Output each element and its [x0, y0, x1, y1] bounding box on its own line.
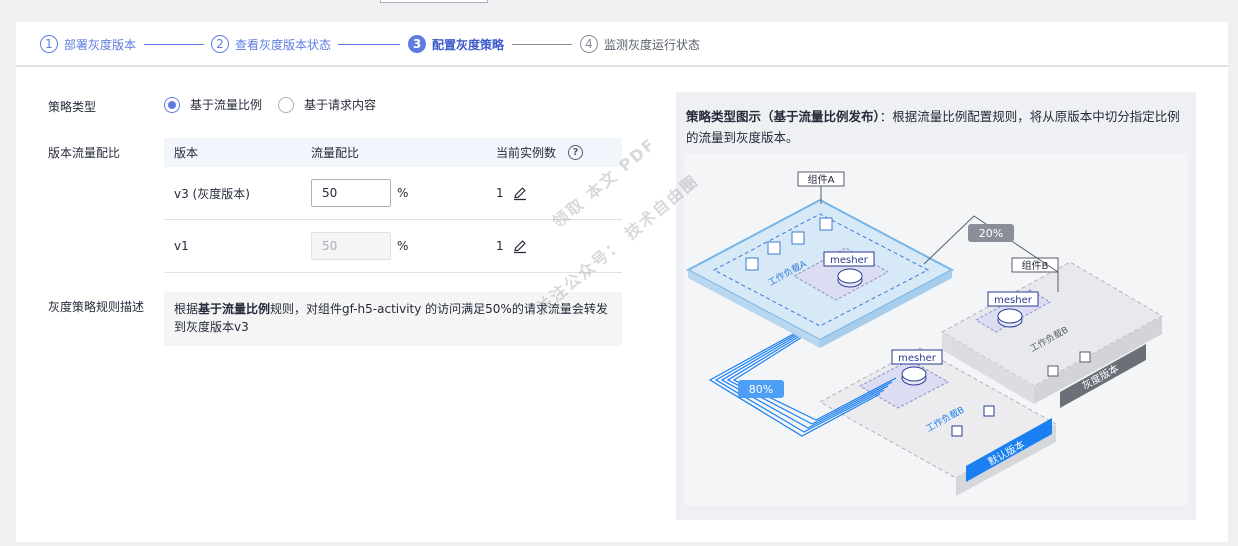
pct-80-label: 80% [749, 383, 773, 396]
step-connector [512, 44, 572, 45]
component-a-label: 组件A [808, 173, 835, 186]
step-4[interactable]: 4 监测灰度运行状态 [580, 34, 700, 54]
percent-unit: % [397, 239, 409, 253]
rule-desc-prefix: 根据 [174, 302, 199, 316]
strategy-radio-group: 基于流量比例 基于请求内容 [164, 96, 392, 113]
ratio-input[interactable] [311, 179, 391, 207]
pct-20-label: 20% [979, 227, 1003, 240]
edit-icon[interactable] [512, 238, 528, 254]
rule-desc-label: 灰度策略规则描述 [48, 300, 145, 314]
mesher-label-default: mesher [898, 353, 937, 364]
percent-unit: % [397, 186, 409, 200]
radio-label[interactable]: 基于请求内容 [304, 96, 376, 113]
diagram-title: 策略类型图示（基于流量比例发布）：根据流量比例配置规则，将从原版本中切分指定比例… [686, 106, 1186, 148]
step-number: 4 [580, 35, 598, 53]
header-ratio: 流量配比 [311, 146, 360, 160]
instance-count: 1 [496, 239, 504, 253]
mesher-label-b: mesher [994, 295, 1033, 306]
ratio-cell: % [301, 232, 486, 260]
step-number: 2 [211, 35, 229, 53]
mesher-label-a: mesher [830, 255, 869, 266]
table-header: 版本 流量配比 当前实例数 ? [164, 138, 622, 167]
header-version: 版本 [174, 146, 199, 160]
step-label: 查看灰度版本状态 [235, 37, 332, 52]
step-label: 部署灰度版本 [64, 37, 137, 52]
step-connector [144, 44, 204, 45]
step-connector [338, 44, 400, 45]
diagram-title-bold: 策略类型图示（基于流量比例发布） [686, 109, 880, 124]
top-button-fragment[interactable] [380, 0, 488, 3]
step-label: 配置灰度策略 [432, 37, 505, 52]
version-name: v3 (灰度版本) [174, 186, 250, 201]
rule-desc-bold: 基于流量比例 [198, 302, 271, 316]
instance-count: 1 [496, 186, 504, 200]
diagram-panel: 策略类型图示（基于流量比例发布）：根据流量比例配置规则，将从原版本中切分指定比例… [676, 92, 1196, 520]
component-a-platform: 工作负载A [685, 198, 955, 348]
help-icon[interactable]: ? [568, 145, 584, 160]
step-label: 监测灰度运行状态 [604, 37, 701, 52]
version-name: v1 [174, 239, 189, 253]
ratio-cell: % [301, 179, 486, 207]
step-1[interactable]: 1 部署灰度版本 [40, 34, 136, 54]
step-3[interactable]: 3 配置灰度策略 [408, 34, 504, 54]
radio-request-content[interactable] [278, 96, 295, 113]
main-card: 1 部署灰度版本 2 查看灰度版本状态 3 配置灰度策略 4 监测灰度运行状态 … [16, 22, 1228, 542]
table-row: v1 % 1 [164, 220, 622, 273]
edit-icon[interactable] [512, 185, 528, 201]
ratio-input-disabled [311, 232, 391, 260]
stepper: 1 部署灰度版本 2 查看灰度版本状态 3 配置灰度策略 4 监测灰度运行状态 [16, 22, 1228, 67]
radio-traffic-ratio[interactable] [164, 96, 180, 113]
header-instances: 当前实例数 ? [486, 144, 622, 161]
component-b-label: 组件B [1022, 259, 1049, 272]
step-2[interactable]: 2 查看灰度版本状态 [211, 34, 331, 54]
version-table: 版本 流量配比 当前实例数 ? v3 (灰度版本) % 1 v1 [164, 138, 622, 273]
strategy-type-label: 策略类型 [48, 100, 97, 114]
diagram-illustration: 灰度版本 mesher 工作负载B 组件B 默认版本 mesher 工作负载B … [684, 154, 1188, 506]
header-instances-text: 当前实例数 [496, 146, 557, 160]
step-number: 3 [408, 35, 426, 53]
radio-label[interactable]: 基于流量比例 [190, 96, 262, 113]
step-number: 1 [40, 35, 58, 53]
traffic-ratio-label: 版本流量配比 [48, 146, 121, 160]
isometric-diagram: 灰度版本 mesher 工作负载B 组件B 默认版本 mesher 工作负载B … [685, 171, 1164, 496]
